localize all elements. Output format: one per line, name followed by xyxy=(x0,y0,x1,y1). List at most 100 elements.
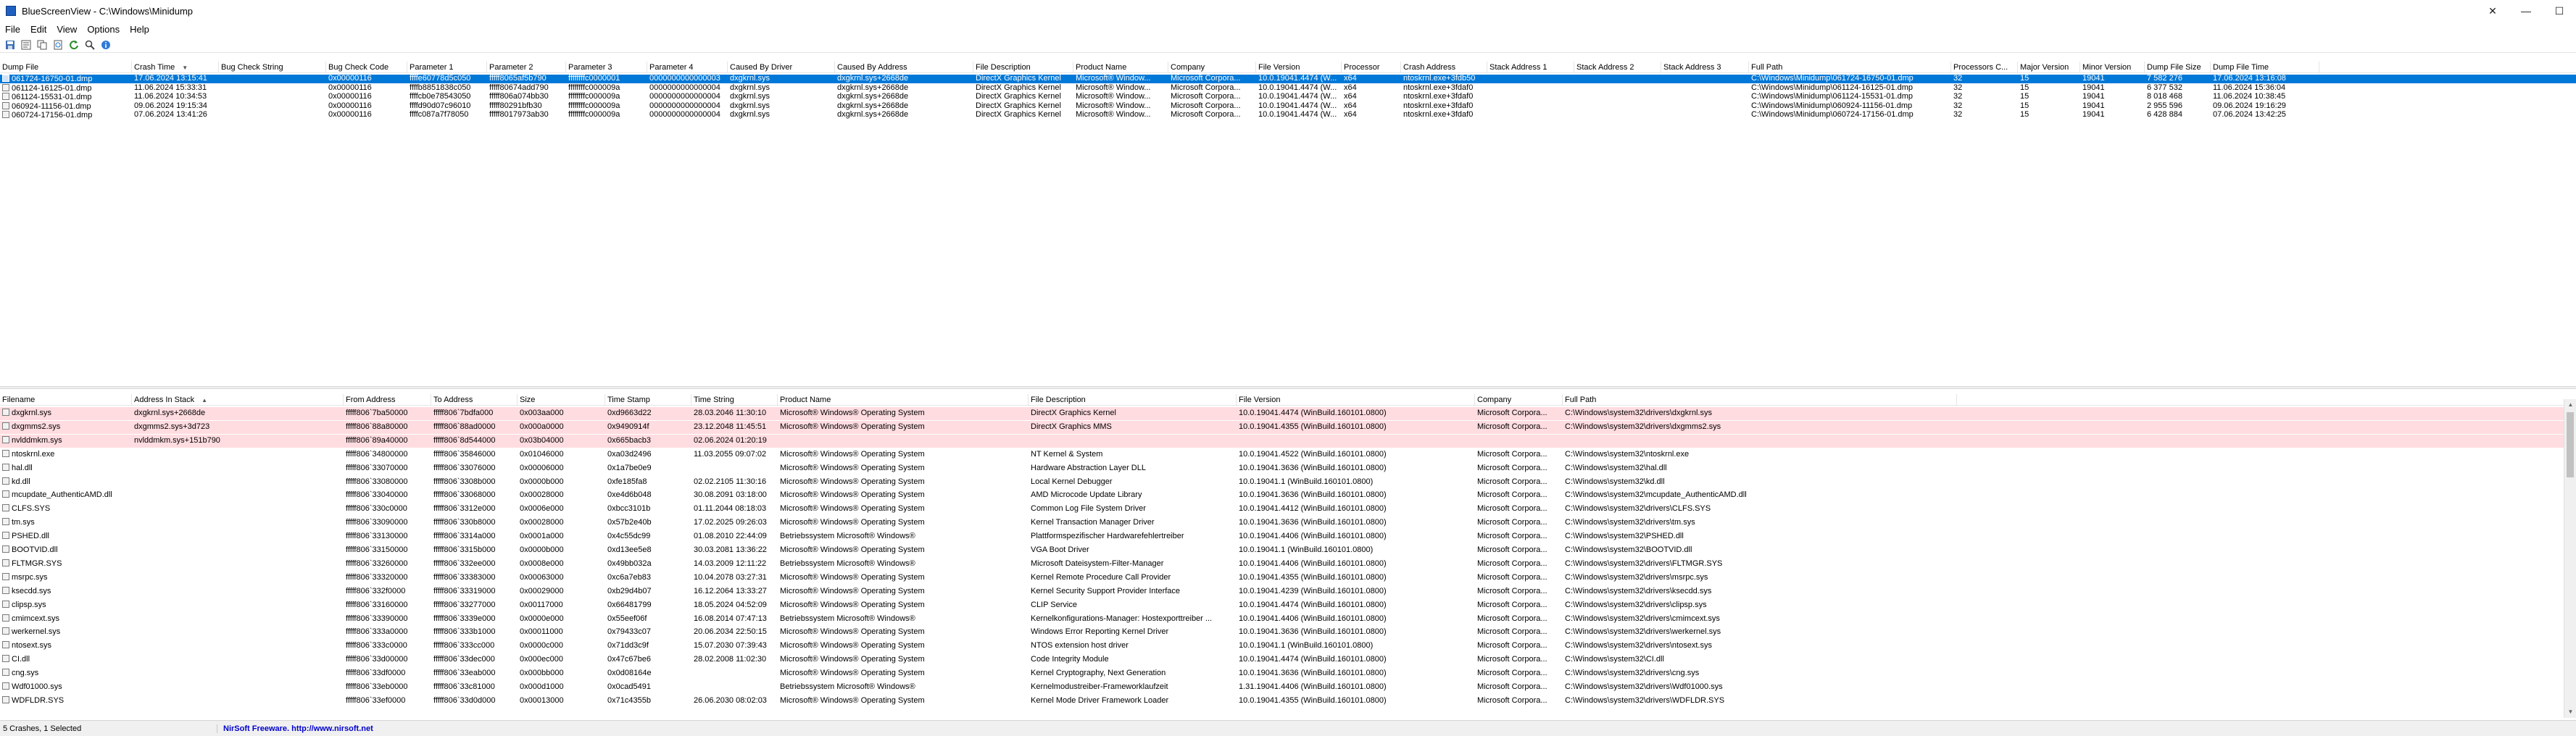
crash-row[interactable]: 061724-16750-01.dmp 17.06.2024 13:15:41 0x… xyxy=(0,75,2576,83)
crash-row[interactable]: 061124-16125-01.dmp 11.06.2024 15:33:31 0x… xyxy=(0,83,2576,93)
crash-column-header[interactable]: Processor xyxy=(1342,62,1401,73)
driver-row[interactable]: WDFLDR.SYS fffff806`33ef0000 fffff806`33d0… xyxy=(0,695,2576,708)
crash-column-header[interactable]: Caused By Driver xyxy=(728,62,835,73)
properties-icon[interactable] xyxy=(19,38,33,52)
driver-row[interactable]: BOOTVID.dll fffff806`33150000 fffff806`331… xyxy=(0,544,2576,557)
driver-row[interactable]: ntosext.sys fffff806`333c0000 fffff806`333… xyxy=(0,640,2576,653)
table-cell: x64 xyxy=(1342,84,1401,93)
driver-row[interactable]: dxgkrnl.sys dxgkrnl.sys+2668de fffff806`7b… xyxy=(0,407,2576,420)
crash-column-header[interactable]: Dump File Size xyxy=(2145,62,2211,73)
crash-column-header[interactable]: Full Path xyxy=(1749,62,1951,73)
close-button[interactable]: ✕ xyxy=(2476,0,2509,22)
driver-column-header[interactable]: Product Name xyxy=(778,394,1029,406)
menu-edit[interactable]: Edit xyxy=(25,24,51,35)
crash-column-header[interactable]: Parameter 1 xyxy=(407,62,487,73)
driver-row[interactable]: tm.sys fffff806`33090000 fffff806`330b8000… xyxy=(0,517,2576,530)
cell-text: 0x00000116 xyxy=(328,75,372,83)
menu-view[interactable]: View xyxy=(51,24,82,35)
driver-column-header[interactable]: From Address xyxy=(344,394,431,406)
pane-splitter[interactable] xyxy=(0,386,2576,389)
table-cell: 15 xyxy=(2018,102,2080,111)
table-cell: C:\Windows\system32\drivers\ksecdd.sys xyxy=(1563,585,1957,598)
crash-column-header[interactable]: File Description xyxy=(973,62,1073,73)
scrollbar-thumb[interactable] xyxy=(2567,412,2574,477)
crash-column-header[interactable]: Bug Check String xyxy=(219,62,326,73)
table-cell xyxy=(132,585,344,598)
crash-column-header[interactable]: Dump File xyxy=(0,62,132,73)
cell-text: 0000000000000004 xyxy=(649,111,720,120)
driver-column-header[interactable]: To Address xyxy=(431,394,518,406)
cell-text: 28.03.2046 11:30:10 xyxy=(694,409,767,417)
crash-row[interactable]: 060724-17156-01.dmp 07.06.2024 13:41:26 0x… xyxy=(0,111,2576,120)
driver-column-header[interactable]: Company xyxy=(1475,394,1563,406)
driver-table-scrollbar[interactable]: ▲ ▼ xyxy=(2564,399,2576,718)
nirsoft-link[interactable]: NirSoft Freeware. http://www.nirsoft.net xyxy=(217,724,373,733)
crash-row[interactable]: 060924-11156-01.dmp 09.06.2024 19:15:34 0x… xyxy=(0,101,2576,111)
about-icon[interactable] xyxy=(99,38,113,52)
cell-text: 0x00028000 xyxy=(520,490,564,500)
table-cell: dxgkrnl.sys xyxy=(728,102,835,111)
crash-column-header[interactable]: Bug Check Code xyxy=(326,62,407,73)
driver-row[interactable]: FLTMGR.SYS fffff806`33260000 fffff806`332e… xyxy=(0,558,2576,571)
copy-icon[interactable] xyxy=(35,38,49,52)
crash-column-header[interactable]: Parameter 2 xyxy=(487,62,566,73)
refresh-icon[interactable] xyxy=(67,38,81,52)
driver-row[interactable]: clipsp.sys fffff806`33160000 fffff806`3327… xyxy=(0,599,2576,612)
crash-column-header[interactable]: Parameter 4 xyxy=(647,62,728,73)
crash-column-header[interactable]: Product Name xyxy=(1073,62,1168,73)
driver-row[interactable]: nvlddmkm.sys nvlddmkm.sys+151b790 fffff806… xyxy=(0,434,2576,448)
driver-row[interactable]: hal.dll fffff806`33070000 fffff806`3307600… xyxy=(0,462,2576,475)
driver-row[interactable]: ntoskrnl.exe fffff806`34800000 fffff806`35… xyxy=(0,448,2576,461)
driver-column-header[interactable]: Filename xyxy=(0,394,132,406)
crash-column-header[interactable]: Stack Address 2 xyxy=(1574,62,1661,73)
crash-column-header[interactable]: Caused By Address xyxy=(835,62,973,73)
table-cell: ffffffffc000009a xyxy=(566,93,647,101)
driver-row[interactable]: cmimcext.sys fffff806`33390000 fffff806`33… xyxy=(0,613,2576,626)
crash-column-header[interactable]: Parameter 3 xyxy=(566,62,647,73)
driver-row[interactable]: cng.sys fffff806`33df0000 fffff806`33eab00… xyxy=(0,667,2576,680)
crash-column-header[interactable]: Stack Address 1 xyxy=(1487,62,1574,73)
title-bar: BlueScreenView - C:\Windows\Minidump xyxy=(0,0,2576,22)
menu-file[interactable]: File xyxy=(0,24,25,35)
driver-column-header[interactable]: Size xyxy=(518,394,605,406)
driver-column-header[interactable]: File Version xyxy=(1237,394,1475,406)
crash-column-header[interactable]: Crash Time ▼ xyxy=(132,62,219,73)
driver-row[interactable]: CLFS.SYS fffff806`330c0000 fffff806`3312e0… xyxy=(0,503,2576,516)
driver-column-header[interactable]: Address In Stack ▲ xyxy=(132,394,344,406)
crash-row[interactable]: 061124-15531-01.dmp 11.06.2024 10:34:53 0x… xyxy=(0,93,2576,101)
table-cell: 0x1a7be0e9 xyxy=(605,462,691,475)
driver-column-header[interactable]: Full Path xyxy=(1563,394,1957,406)
html-report-icon[interactable] xyxy=(51,38,65,52)
table-cell: C:\Windows\Minidump\061124-16125-01.dmp xyxy=(1749,84,1951,93)
scroll-up-icon[interactable]: ▲ xyxy=(2564,399,2576,411)
driver-row[interactable]: Wdf01000.sys fffff806`33eb0000 fffff806`33… xyxy=(0,681,2576,694)
driver-row[interactable]: CI.dll fffff806`33d00000 fffff806`33dec000… xyxy=(0,653,2576,666)
crash-column-header[interactable]: Dump File Time xyxy=(2211,62,2319,73)
minimize-button[interactable]: — xyxy=(2509,0,2543,22)
menu-help[interactable]: Help xyxy=(125,24,154,35)
find-icon[interactable] xyxy=(83,38,97,52)
crash-column-header[interactable]: Company xyxy=(1168,62,1256,73)
table-cell: 10.0.19041.1 (WinBuild.160101.0800) xyxy=(1237,544,1475,557)
driver-row[interactable]: werkernel.sys fffff806`333a0000 fffff806`3… xyxy=(0,626,2576,639)
maximize-button[interactable]: ☐ xyxy=(2543,0,2576,22)
crash-column-header[interactable]: File Version xyxy=(1256,62,1342,73)
crash-column-header[interactable]: Crash Address xyxy=(1401,62,1487,73)
driver-row[interactable]: kd.dll fffff806`33080000 fffff806`3308b000… xyxy=(0,476,2576,489)
crash-column-header[interactable]: Stack Address 3 xyxy=(1661,62,1749,73)
driver-row[interactable]: ksecdd.sys fffff806`332f0000 fffff806`3331… xyxy=(0,585,2576,598)
driver-row[interactable]: PSHED.dll fffff806`33130000 fffff806`3314a… xyxy=(0,530,2576,543)
crash-column-header[interactable]: Major Version xyxy=(2018,62,2080,73)
cell-text: C:\Windows\system32\drivers\Wdf01000.sys xyxy=(1565,682,1723,691)
driver-column-header[interactable]: Time Stamp xyxy=(605,394,691,406)
scroll-down-icon[interactable]: ▼ xyxy=(2564,706,2576,718)
driver-row[interactable]: dxgmms2.sys dxgmms2.sys+3d723 fffff806`88a… xyxy=(0,420,2576,434)
driver-row[interactable]: mcupdate_AuthenticAMD.dll fffff806`330400… xyxy=(0,489,2576,502)
menu-options[interactable]: Options xyxy=(82,24,125,35)
driver-column-header[interactable]: File Description xyxy=(1029,394,1237,406)
crash-column-header[interactable]: Processors C... xyxy=(1951,62,2018,73)
driver-row[interactable]: msrpc.sys fffff806`33320000 fffff806`33383… xyxy=(0,572,2576,585)
save-icon[interactable] xyxy=(3,38,17,52)
driver-column-header[interactable]: Time String xyxy=(691,394,778,406)
crash-column-header[interactable]: Minor Version xyxy=(2080,62,2145,73)
